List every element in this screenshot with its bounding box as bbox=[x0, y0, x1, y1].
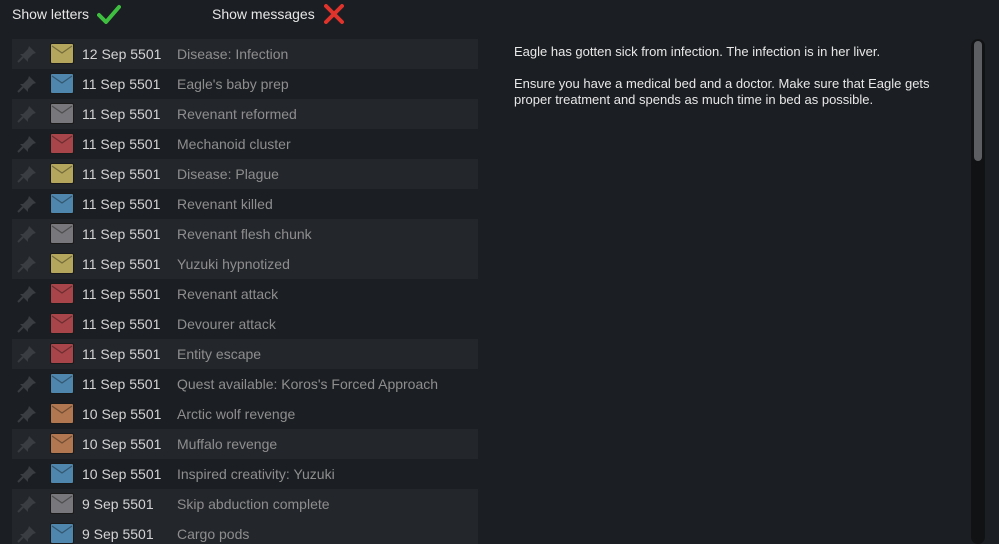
letter-title: Arctic wolf revenge bbox=[177, 406, 296, 422]
letter-title: Devourer attack bbox=[177, 316, 276, 332]
letter-date: 11 Sep 5501 bbox=[82, 76, 161, 92]
pin-icon[interactable] bbox=[16, 164, 38, 184]
letter-row[interactable]: 11 Sep 5501 Disease: Plague bbox=[12, 159, 478, 189]
letter-envelope-icon bbox=[50, 223, 74, 244]
letter-date: 10 Sep 5501 bbox=[82, 406, 162, 422]
letter-date: 11 Sep 5501 bbox=[82, 346, 161, 362]
letter-row[interactable]: 11 Sep 5501 Devourer attack bbox=[12, 309, 478, 339]
letter-title: Disease: Infection bbox=[177, 46, 289, 62]
letter-envelope-icon bbox=[50, 43, 74, 64]
pin-icon[interactable] bbox=[16, 104, 38, 124]
pin-icon[interactable] bbox=[16, 44, 38, 64]
letter-title: Skip abduction complete bbox=[177, 496, 330, 512]
letter-date: 11 Sep 5501 bbox=[82, 136, 161, 152]
letter-date: 11 Sep 5501 bbox=[82, 196, 161, 212]
letter-row[interactable]: 11 Sep 5501 Revenant reformed bbox=[12, 99, 478, 129]
letter-title: Disease: Plague bbox=[177, 166, 279, 182]
letter-row[interactable]: 10 Sep 5501 Arctic wolf revenge bbox=[12, 399, 478, 429]
letter-envelope-icon bbox=[50, 523, 74, 544]
pin-icon[interactable] bbox=[16, 224, 38, 244]
letter-title: Cargo pods bbox=[177, 526, 250, 542]
letter-detail-instructions: Ensure you have a medical bed and a doct… bbox=[514, 76, 930, 107]
letter-row[interactable]: 9 Sep 5501 Skip abduction complete bbox=[12, 489, 478, 519]
letter-row[interactable]: 10 Sep 5501 Inspired creativity: Yuzuki bbox=[12, 459, 478, 489]
letter-list[interactable]: 12 Sep 5501 Disease: Infection 11 Sep 5501… bbox=[12, 39, 478, 544]
letter-title: Yuzuki hypnotized bbox=[177, 256, 290, 272]
letter-title: Revenant reformed bbox=[177, 106, 297, 122]
letter-title: Entity escape bbox=[177, 346, 262, 362]
pin-icon[interactable] bbox=[16, 464, 38, 484]
letter-date: 11 Sep 5501 bbox=[82, 316, 161, 332]
letter-date: 9 Sep 5501 bbox=[82, 496, 154, 512]
letter-title: Mechanoid cluster bbox=[177, 136, 291, 152]
letter-date: 10 Sep 5501 bbox=[82, 466, 162, 482]
letter-title: Revenant killed bbox=[177, 196, 273, 212]
letter-envelope-icon bbox=[50, 493, 74, 514]
letter-envelope-icon bbox=[50, 253, 74, 274]
letter-envelope-icon bbox=[50, 403, 74, 424]
pin-icon[interactable] bbox=[16, 194, 38, 214]
letter-title: Eagle's baby prep bbox=[177, 76, 289, 92]
pin-icon[interactable] bbox=[16, 284, 38, 304]
pin-icon[interactable] bbox=[16, 344, 38, 364]
pin-icon[interactable] bbox=[16, 404, 38, 424]
pin-icon[interactable] bbox=[16, 524, 38, 544]
check-icon bbox=[97, 5, 122, 24]
show-letters-toggle[interactable]: Show letters bbox=[12, 4, 122, 24]
detail-scrollbar[interactable] bbox=[971, 39, 985, 544]
show-letters-label: Show letters bbox=[12, 6, 90, 22]
letter-title: Muffalo revenge bbox=[177, 436, 278, 452]
letter-row[interactable]: 11 Sep 5501 Mechanoid cluster bbox=[12, 129, 478, 159]
letter-row[interactable]: 11 Sep 5501 Yuzuki hypnotized bbox=[12, 249, 478, 279]
letter-envelope-icon bbox=[50, 283, 74, 304]
show-messages-toggle[interactable]: Show messages bbox=[212, 4, 345, 24]
pin-icon[interactable] bbox=[16, 314, 38, 334]
letter-envelope-icon bbox=[50, 193, 74, 214]
letter-date: 11 Sep 5501 bbox=[82, 286, 161, 302]
letter-envelope-icon bbox=[50, 133, 74, 154]
letter-date: 11 Sep 5501 bbox=[82, 226, 161, 242]
letter-row[interactable]: 9 Sep 5501 Cargo pods bbox=[12, 519, 478, 544]
scrollbar-thumb[interactable] bbox=[974, 41, 982, 161]
letter-envelope-icon bbox=[50, 343, 74, 364]
letter-date: 11 Sep 5501 bbox=[82, 106, 161, 122]
letter-envelope-icon bbox=[50, 103, 74, 124]
pin-icon[interactable] bbox=[16, 494, 38, 514]
letter-row[interactable]: 11 Sep 5501 Eagle's baby prep bbox=[12, 69, 478, 99]
letter-date: 12 Sep 5501 bbox=[82, 46, 162, 62]
pin-icon[interactable] bbox=[16, 254, 38, 274]
pin-icon[interactable] bbox=[16, 374, 38, 394]
letter-date: 11 Sep 5501 bbox=[82, 376, 161, 392]
pin-icon[interactable] bbox=[16, 74, 38, 94]
letter-envelope-icon bbox=[50, 163, 74, 184]
pin-icon[interactable] bbox=[16, 434, 38, 454]
letter-date: 10 Sep 5501 bbox=[82, 436, 162, 452]
letter-detail-text: Eagle has gotten sick from infection. Th… bbox=[514, 44, 881, 59]
letter-envelope-icon bbox=[50, 433, 74, 454]
letter-date: 11 Sep 5501 bbox=[82, 166, 161, 182]
letter-row[interactable]: 11 Sep 5501 Revenant flesh chunk bbox=[12, 219, 478, 249]
show-messages-label: Show messages bbox=[212, 6, 315, 22]
letter-row[interactable]: 11 Sep 5501 Revenant attack bbox=[12, 279, 478, 309]
letter-title: Revenant attack bbox=[177, 286, 279, 302]
letter-envelope-icon bbox=[50, 463, 74, 484]
letter-envelope-icon bbox=[50, 373, 74, 394]
letter-row[interactable]: 12 Sep 5501 Disease: Infection bbox=[12, 39, 478, 69]
letter-title: Inspired creativity: Yuzuki bbox=[177, 466, 335, 482]
letter-title: Revenant flesh chunk bbox=[177, 226, 312, 242]
letter-detail-panel: Eagle has gotten sick from infection. Th… bbox=[514, 44, 954, 124]
letter-date: 11 Sep 5501 bbox=[82, 256, 161, 272]
letter-row[interactable]: 11 Sep 5501 Revenant killed bbox=[12, 189, 478, 219]
letter-row[interactable]: 11 Sep 5501 Entity escape bbox=[12, 339, 478, 369]
letter-row[interactable]: 10 Sep 5501 Muffalo revenge bbox=[12, 429, 478, 459]
cross-icon bbox=[323, 4, 344, 24]
pin-icon[interactable] bbox=[16, 134, 38, 154]
letter-row[interactable]: 11 Sep 5501 Quest available: Koros's Forc… bbox=[12, 369, 478, 399]
letter-envelope-icon bbox=[50, 313, 74, 334]
letter-date: 9 Sep 5501 bbox=[82, 526, 154, 542]
letter-envelope-icon bbox=[50, 73, 74, 94]
letter-title: Quest available: Koros's Forced Approach bbox=[177, 376, 439, 392]
